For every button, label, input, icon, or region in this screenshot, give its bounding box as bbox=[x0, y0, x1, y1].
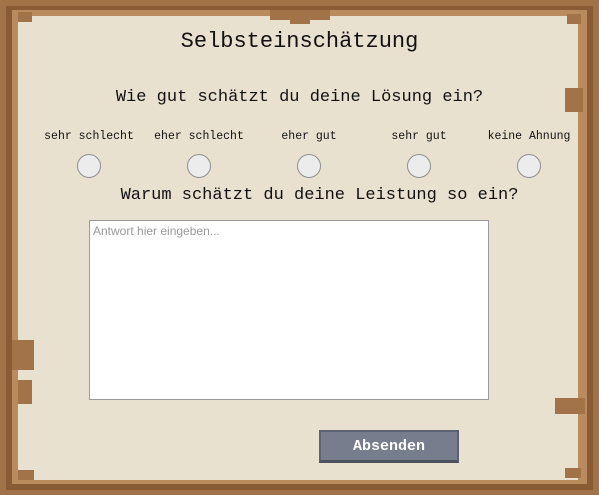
rating-option-label: eher schlecht bbox=[154, 130, 244, 143]
reason-question: Warum schätzt du deine Leistung so ein? bbox=[120, 186, 519, 205]
rating-option-eher-gut[interactable]: eher gut bbox=[254, 130, 364, 178]
frame-notch-right-lower bbox=[555, 398, 585, 414]
rating-option-keine-ahnung[interactable]: keine Ahnung bbox=[474, 130, 584, 178]
rating-question: Wie gut schätzt du deine Lösung ein? bbox=[115, 88, 484, 107]
answer-textarea[interactable] bbox=[89, 220, 489, 400]
frame-notch-corner-tl bbox=[18, 12, 32, 22]
frame-notch-left bbox=[12, 340, 34, 370]
rating-option-label: sehr schlecht bbox=[44, 130, 134, 143]
submit-button[interactable]: Absenden bbox=[319, 430, 459, 463]
frame-notch-top-tip bbox=[290, 18, 310, 24]
frame-notch-corner-tr bbox=[567, 14, 581, 24]
frame-notch-corner-br bbox=[565, 468, 581, 478]
page-title: Selbsteinschätzung bbox=[180, 29, 419, 54]
rating-radio-keine-ahnung[interactable] bbox=[517, 154, 541, 178]
rating-option-label: keine Ahnung bbox=[487, 130, 571, 143]
rating-radio-sehr-schlecht[interactable] bbox=[77, 154, 101, 178]
frame-notch-left-lower bbox=[18, 380, 32, 404]
rating-option-label: sehr gut bbox=[391, 130, 447, 143]
rating-radio-eher-schlecht[interactable] bbox=[187, 154, 211, 178]
rating-option-label: eher gut bbox=[281, 130, 337, 143]
rating-option-sehr-gut[interactable]: sehr gut bbox=[364, 130, 474, 178]
rating-option-eher-schlecht[interactable]: eher schlecht bbox=[144, 130, 254, 178]
rating-option-sehr-schlecht[interactable]: sehr schlecht bbox=[34, 130, 144, 178]
rating-radio-eher-gut[interactable] bbox=[297, 154, 321, 178]
rating-radio-sehr-gut[interactable] bbox=[407, 154, 431, 178]
frame-notch-corner-bl bbox=[18, 470, 34, 480]
